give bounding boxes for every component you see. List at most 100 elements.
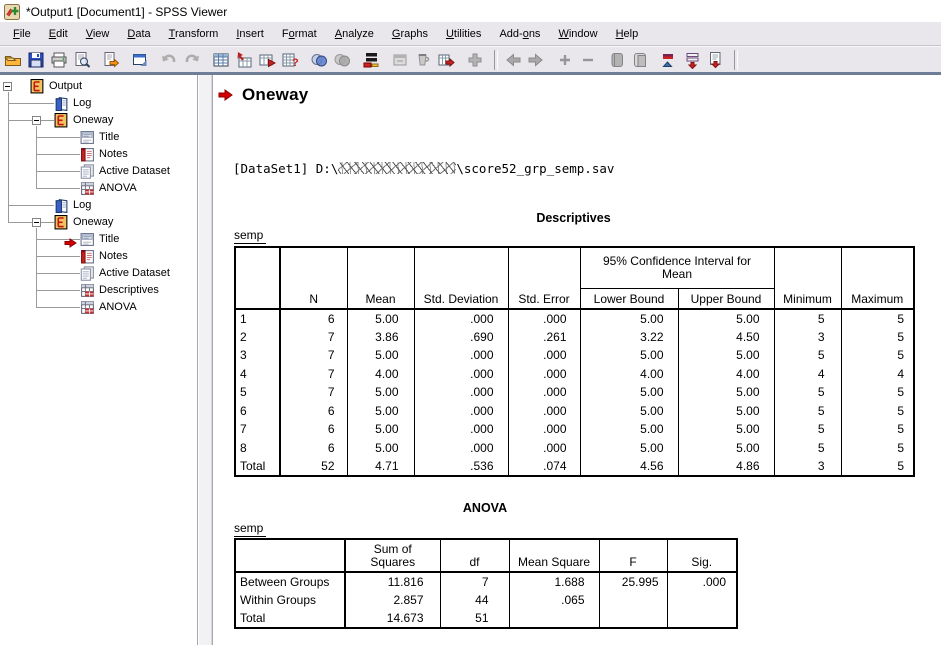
nav-forward-icon [526, 50, 546, 70]
variables-icon[interactable] [257, 50, 277, 70]
cell: 5 [774, 439, 841, 458]
book-icon [54, 215, 69, 230]
column-header: N [280, 247, 347, 309]
collapse-expander-icon[interactable] [32, 218, 41, 227]
use-sets-icon[interactable] [361, 50, 381, 70]
cell: 7 [440, 572, 509, 591]
outline-item-anova[interactable]: ANOVA [0, 299, 197, 316]
outline-item-anova[interactable]: ANOVA [0, 180, 197, 197]
outline-item-title[interactable]: Title [0, 129, 197, 146]
outline-item-title[interactable]: Title [0, 231, 197, 248]
toolbar-group [159, 50, 202, 70]
column-header: Std. Error [508, 247, 580, 309]
descriptives-table[interactable]: NMeanStd. DeviationStd. Error95% Confide… [234, 246, 915, 477]
window-title: *Output1 [Document1] - SPSS Viewer [26, 3, 227, 19]
show-output-icon[interactable] [630, 50, 650, 70]
menu-item-insert[interactable]: Insert [227, 25, 273, 43]
outline-item-notes[interactable]: Notes [0, 146, 197, 163]
cell: 5.00 [580, 439, 678, 458]
pitcher-icon [413, 50, 433, 70]
save-icon[interactable] [26, 50, 46, 70]
menu-item-analyze[interactable]: Analyze [326, 25, 383, 43]
outline-item-active-dataset[interactable]: Active Dataset [0, 265, 197, 282]
cell: 5 [841, 457, 914, 476]
menu-item-view[interactable]: View [77, 25, 119, 43]
cell: 5.00 [580, 309, 678, 328]
insert-text-icon[interactable] [705, 50, 725, 70]
outline-item-log[interactable]: Log [0, 95, 197, 112]
recall-dialogs-icon[interactable] [130, 50, 150, 70]
collapse-expander-icon[interactable] [32, 116, 41, 125]
goto-data-icon[interactable] [211, 50, 231, 70]
menu-item-help[interactable]: Help [607, 25, 648, 43]
row-label: 3 [235, 346, 280, 365]
row-label: 1 [235, 309, 280, 328]
cell: 5.00 [347, 420, 414, 439]
cell: 5 [841, 420, 914, 439]
export-icon[interactable] [101, 50, 121, 70]
cell: 4.86 [678, 457, 774, 476]
cell: 44 [440, 591, 509, 610]
cell: 5 [774, 346, 841, 365]
row-label: 8 [235, 439, 280, 458]
toolbar-group [3, 50, 92, 70]
menu-item-data[interactable]: Data [118, 25, 159, 43]
table-row: 273.86.690.2613.224.5035 [235, 328, 914, 347]
table-row: 575.00.000.0005.005.0055 [235, 383, 914, 402]
cell: 6 [280, 420, 347, 439]
menu-item-add-ons[interactable]: Add-ons [490, 25, 549, 43]
table-icon [80, 181, 95, 196]
cell: 5.00 [678, 383, 774, 402]
open-file-icon[interactable] [3, 50, 23, 70]
outline-item-label: Descriptives [99, 282, 159, 299]
outline-item-label: ANOVA [99, 299, 137, 316]
menu-bar: FileEditViewDataTransformInsertFormatAna… [0, 22, 941, 46]
row-label: 5 [235, 383, 280, 402]
menu-item-utilities[interactable]: Utilities [437, 25, 490, 43]
cell: 4.00 [347, 365, 414, 384]
cell: 5 [774, 402, 841, 421]
insert-table-icon[interactable] [436, 50, 456, 70]
menu-item-format[interactable]: Format [273, 25, 326, 43]
dataset-icon [80, 164, 95, 179]
outline-item-oneway[interactable]: Oneway [0, 214, 197, 231]
cell: 52 [280, 457, 347, 476]
anova-table[interactable]: Sum of SquaresdfMean SquareFSig.Between … [234, 538, 738, 629]
menu-item-transform[interactable]: Transform [160, 25, 228, 43]
hide-output-icon[interactable] [607, 50, 627, 70]
goto-case-icon[interactable] [234, 50, 254, 70]
insert-title-icon[interactable] [682, 50, 702, 70]
cell: 5 [841, 402, 914, 421]
cell: 7 [280, 346, 347, 365]
row-label: 7 [235, 420, 280, 439]
toolbar-group [607, 50, 650, 70]
toolbar-group [309, 50, 352, 70]
outline-item-output[interactable]: Output [0, 78, 197, 95]
insert-heading-icon[interactable] [659, 50, 679, 70]
cell: .000 [414, 383, 508, 402]
outline-item-descriptives[interactable]: Descriptives [0, 282, 197, 299]
outline-item-label: Notes [99, 248, 128, 265]
outline-item-log[interactable]: Log [0, 197, 197, 214]
cell: .000 [508, 402, 580, 421]
find-icon[interactable]: ? [280, 50, 300, 70]
pane-splitter[interactable] [197, 75, 213, 645]
outline-item-oneway[interactable]: Oneway [0, 112, 197, 129]
menu-item-window[interactable]: Window [549, 25, 606, 43]
title-bar: *Output1 [Document1] - SPSS Viewer [0, 0, 941, 22]
plus-icon [555, 50, 575, 70]
venn-circles-icon[interactable] [309, 50, 329, 70]
menu-item-file[interactable]: File [4, 25, 40, 43]
outline-item-active-dataset[interactable]: Active Dataset [0, 163, 197, 180]
table-row: 665.00.000.0005.005.0055 [235, 402, 914, 421]
cell: 5.00 [347, 346, 414, 365]
menu-item-edit[interactable]: Edit [40, 25, 77, 43]
cell: 7 [280, 365, 347, 384]
print-icon[interactable] [49, 50, 69, 70]
print-preview-icon[interactable] [72, 50, 92, 70]
venn-circles-disabled-icon [332, 50, 352, 70]
menu-item-graphs[interactable]: Graphs [383, 25, 437, 43]
current-item-heading: Oneway [218, 85, 308, 105]
collapse-expander-icon[interactable] [3, 82, 12, 91]
outline-item-notes[interactable]: Notes [0, 248, 197, 265]
